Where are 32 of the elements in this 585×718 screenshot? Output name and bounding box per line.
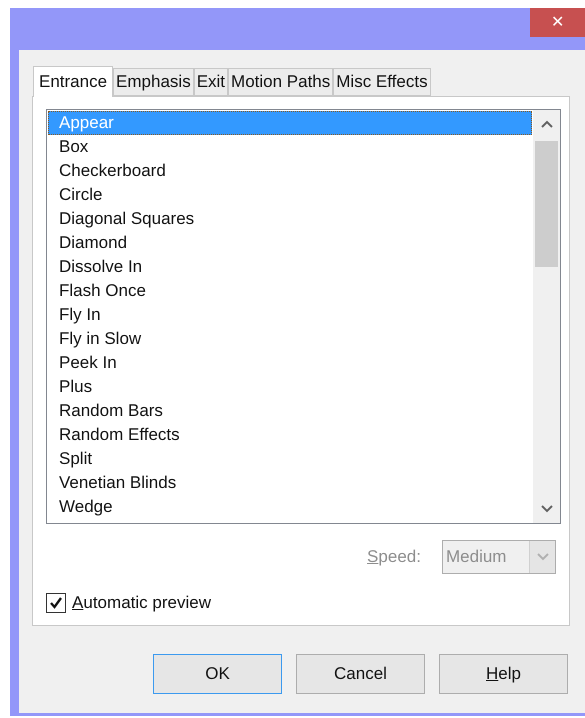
checkbox-label[interactable]: Automatic preview: [72, 590, 212, 616]
scroll-up-icon[interactable]: [540, 120, 552, 128]
close-button[interactable]: ✕: [530, 8, 585, 37]
list-item[interactable]: Dissolve In: [48, 255, 532, 279]
dialog-button[interactable]: Cancel: [296, 654, 425, 694]
speed-label: Speed:: [367, 546, 421, 568]
list-item[interactable]: Plus: [48, 375, 532, 399]
dialog-button[interactable]: Help: [439, 654, 568, 694]
list-item[interactable]: Split: [48, 447, 532, 471]
list-item[interactable]: Venetian Blinds: [48, 471, 532, 495]
tab[interactable]: Entrance: [33, 66, 114, 97]
scrollbar[interactable]: [533, 110, 560, 523]
tab[interactable]: Exit: [194, 68, 228, 96]
tab[interactable]: Motion Paths: [228, 68, 334, 96]
list-item[interactable]: Circle: [48, 183, 532, 207]
list-item[interactable]: Peek In: [48, 351, 532, 375]
list-item[interactable]: Flash Once: [48, 279, 532, 303]
list-item[interactable]: Fly in Slow: [48, 327, 532, 351]
dialog-button[interactable]: OK: [153, 654, 282, 694]
scrollbar-thumb[interactable]: [535, 141, 558, 267]
tab[interactable]: Emphasis: [113, 68, 194, 96]
list-item[interactable]: Fly In: [48, 303, 532, 327]
tab[interactable]: Misc Effects: [333, 68, 431, 96]
list-item[interactable]: Diamond: [48, 231, 532, 255]
scroll-down-icon[interactable]: [540, 505, 552, 513]
list-item[interactable]: Random Bars: [48, 399, 532, 423]
list-item[interactable]: Wedge: [48, 495, 532, 519]
list-item[interactable]: Random Effects: [48, 423, 532, 447]
list-item[interactable]: Checkerboard: [48, 159, 532, 183]
checkbox[interactable]: [46, 592, 66, 613]
list-item[interactable]: Box: [48, 135, 532, 159]
list-item[interactable]: Diagonal Squares: [48, 207, 532, 231]
